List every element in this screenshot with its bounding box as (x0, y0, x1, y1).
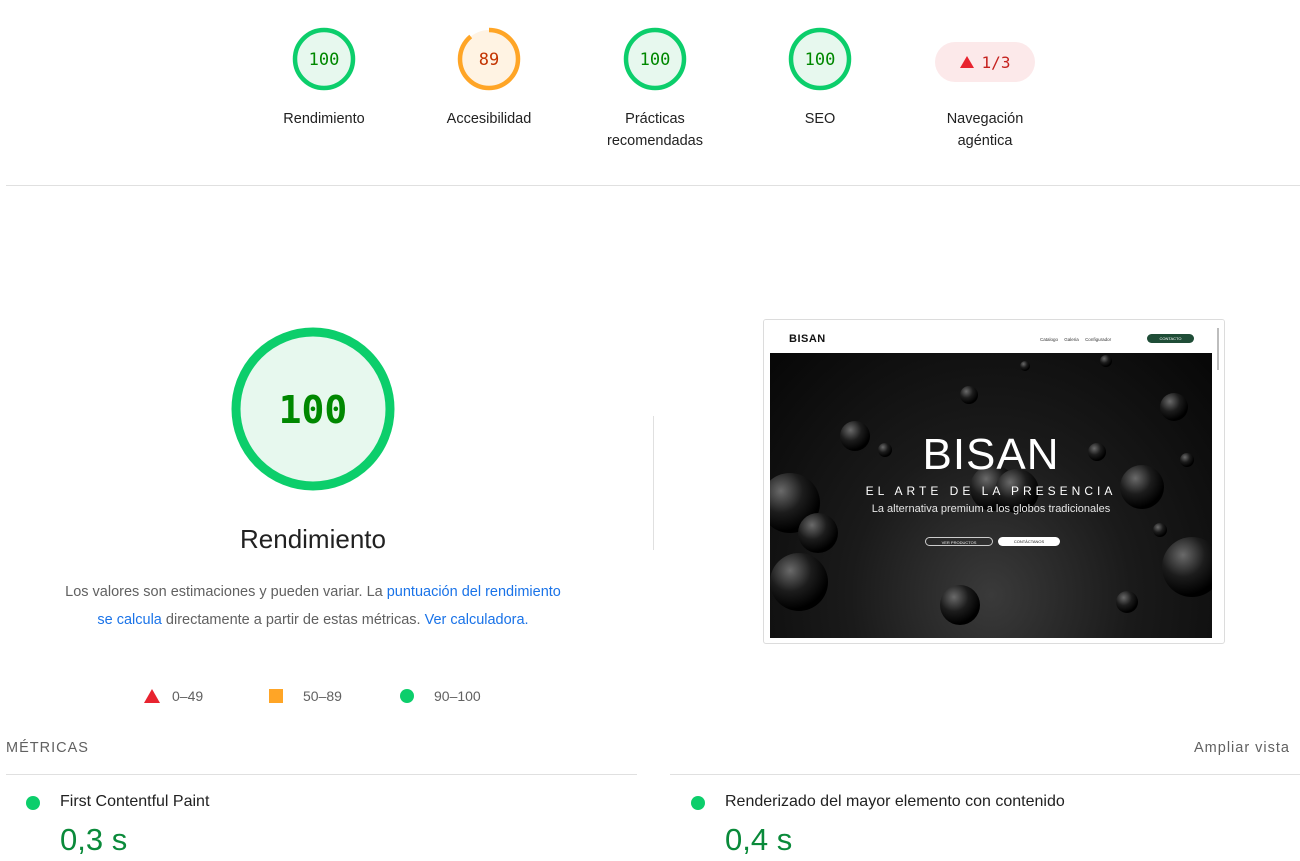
thumb-hero-title: BISAN (922, 430, 1060, 479)
metric-value: 0,4 s (725, 822, 793, 857)
gauge-accessibility[interactable]: 89 Accesibilidad (419, 26, 559, 130)
legend-pass: 90–100 (400, 688, 481, 704)
gauge-ring: 100 (788, 27, 852, 91)
sphere (798, 513, 838, 553)
calculator-link[interactable]: Ver calculadora. (425, 612, 529, 628)
description-text: Los valores son estimaciones y pueden va… (65, 584, 387, 600)
thumb-products-button: VER PRODUCTOS (925, 537, 993, 546)
gauge-label: Prácticas recomendadas (585, 108, 725, 152)
thumb-contact-us-button: CONTÁCTANOS (998, 537, 1060, 546)
legend-fail: 0–49 (144, 688, 203, 704)
metric-name: First Contentful Paint (60, 793, 210, 810)
gauge-label: Rendimiento (283, 111, 365, 127)
sphere (1020, 361, 1030, 371)
sphere (1153, 523, 1167, 537)
fail-triangle-icon (144, 689, 160, 703)
gauge-seo[interactable]: 100 SEO (750, 26, 890, 130)
gauge-agentic-navigation[interactable]: 1/3 Navegación agéntica (915, 26, 1055, 152)
gauge-label: SEO (804, 111, 836, 127)
average-square-icon (269, 689, 283, 703)
pass-circle-icon (26, 796, 40, 810)
metric-name: Renderizado del mayor elemento con conte… (725, 793, 1065, 810)
sphere (770, 553, 828, 611)
performance-description: Los valores son estimaciones y pueden va… (60, 578, 566, 634)
gauge-performance[interactable]: 100 Rendimiento (254, 26, 394, 130)
thumb-logo: BISAN (789, 333, 826, 345)
expand-view-toggle[interactable]: Ampliar vista (1194, 740, 1290, 756)
thumb-nav-link: Galeria (1064, 337, 1079, 342)
sphere (1100, 355, 1112, 367)
vertical-divider (653, 416, 654, 550)
gauge-label-line: Navegación (946, 111, 1024, 127)
legend-range: 50–89 (303, 688, 342, 704)
gauge-label: Navegación agéntica (915, 108, 1055, 152)
thumb-nav-link: Catalogo (1040, 337, 1059, 342)
gauge-label-line: Prácticas (625, 111, 685, 127)
agentic-value: 1/3 (981, 52, 1011, 72)
gauge-score: 100 (640, 50, 671, 70)
gauge-ring: 100 (623, 27, 687, 91)
divider (670, 774, 1300, 775)
performance-title: Rendimiento (240, 524, 386, 554)
thumb-hero: BISAN EL ARTE DE LA PRESENCIA La alterna… (770, 353, 1212, 638)
metrics-heading: MÉTRICAS (6, 740, 89, 756)
thumb-hero-tagline: La alternativa premium a los globos trad… (871, 503, 1111, 515)
divider (6, 185, 1300, 186)
sphere (960, 386, 978, 404)
description-text: directamente a partir de estas métricas. (161, 612, 425, 628)
thumb-contact-button: CONTACTO (1147, 334, 1194, 343)
score-legend: 0–49 50–89 90–100 (140, 688, 520, 708)
category-gauges: 100 Rendimiento 89 Accesibilidad 100 Prá… (0, 0, 1300, 186)
sphere (1160, 393, 1188, 421)
thumb-nav-link: Configurador (1085, 337, 1112, 342)
pass-circle-icon (400, 689, 414, 703)
gauge-score: 100 (805, 50, 836, 70)
performance-score: 100 (279, 388, 348, 432)
agentic-badge: 1/3 (935, 42, 1035, 82)
sphere (1162, 537, 1212, 597)
gauge-label: Accesibilidad (446, 111, 532, 127)
gauge-score: 89 (479, 50, 499, 70)
gauge-score: 100 (309, 50, 340, 70)
legend-average: 50–89 (269, 688, 342, 704)
legend-range: 90–100 (434, 688, 481, 704)
sphere (940, 585, 980, 625)
gauge-ring: 100 (292, 27, 356, 91)
thumb-scrollbar (1217, 328, 1219, 370)
gauge-ring: 89 (457, 27, 521, 91)
final-screenshot[interactable]: BISAN Catalogo Galeria Configurador CONT… (763, 319, 1225, 644)
lighthouse-report: 100 Rendimiento 89 Accesibilidad 100 Prá… (0, 0, 1300, 861)
gauge-label-line: agéntica (957, 133, 1013, 149)
divider (6, 774, 637, 775)
gauge-best-practices[interactable]: 100 Prácticas recomendadas (585, 26, 725, 152)
thumb-nav-links: Catalogo Galeria Configurador (1040, 337, 1116, 342)
performance-big-gauge: 100 (231, 327, 395, 491)
metric-value: 0,3 s (60, 822, 128, 857)
pass-circle-icon (691, 796, 705, 810)
sphere (1116, 591, 1138, 613)
fail-triangle-icon (959, 56, 974, 68)
thumb-navbar: BISAN Catalogo Galeria Configurador CONT… (764, 320, 1224, 353)
thumb-hero-subtitle: EL ARTE DE LA PRESENCIA (865, 484, 1117, 498)
gauge-label-line: recomendadas (607, 133, 703, 149)
legend-range: 0–49 (172, 688, 204, 704)
